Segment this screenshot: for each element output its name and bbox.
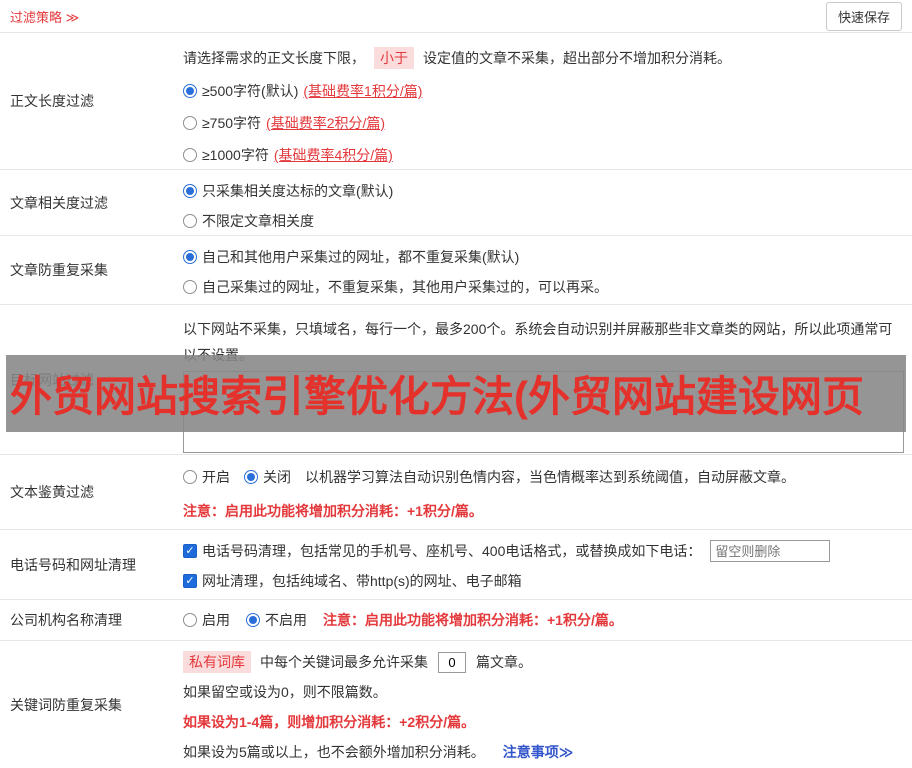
keyword-limit-text-end: 篇文章。 [476, 654, 532, 670]
porn-filter-cost-note: 注意：启用此功能将增加积分消耗：+1积分/篇。 [183, 503, 483, 519]
row-company-clean: 公司机构名称清理 启用 不启用 注意：启用此功能将增加积分消耗：+1积分/篇。 [0, 600, 912, 641]
porn-filter-description: 以机器学习算法自动识别色情内容，当色情概率达到系统阈值，自动屏蔽文章。 [305, 469, 795, 485]
keyword-limit-text: 中每个关键词最多允许采集 [260, 654, 428, 670]
phone-clean-label: 电话号码清理，包括常见的手机号、座机号、400电话格式，或替换成如下电话： [202, 543, 702, 559]
radio-icon[interactable] [183, 84, 197, 98]
filter-strategy-page: 过滤策略 ≫ 快速保存 正文长度过滤 请选择需求的正文长度下限， 小于 设定值的… [0, 0, 912, 768]
relevance-option-strict[interactable]: 只采集相关度达标的文章(默认) [183, 181, 904, 201]
row-label: 电话号码和网址清理 [10, 556, 136, 573]
radio-icon[interactable] [183, 116, 197, 130]
notes-link[interactable]: 注意事项≫ [503, 742, 574, 762]
company-off-label: 不启用 [265, 612, 307, 628]
relevance-option-any[interactable]: 不限定文章相关度 [183, 211, 904, 231]
option-fee-note: (基础费率1积分/篇) [303, 83, 423, 99]
row-porn-filter: 文本鉴黄过滤 开启 关闭 以机器学习算法自动识别色情内容，当色情概率达到系统阈值… [0, 455, 912, 530]
dedup-option-self-only[interactable]: 自己采集过的网址，不重复采集，其他用户采集过的，可以再采。 [183, 277, 904, 297]
intro-highlight: 小于 [374, 47, 414, 69]
page-header: 过滤策略 ≫ 快速保存 [0, 0, 912, 33]
option-label: 自己和其他用户采集过的网址，都不重复采集(默认) [202, 249, 520, 265]
radio-icon[interactable] [183, 250, 197, 264]
radio-company-clean-on[interactable] [183, 613, 197, 627]
url-clean-label: 网址清理，包括纯域名、带http(s)的网址、电子邮箱 [202, 573, 522, 589]
option-label: ≥500字符(默认) [202, 83, 299, 99]
row-label: 文章相关度过滤 [10, 194, 108, 211]
company-on-label: 启用 [202, 612, 230, 628]
radio-icon[interactable] [183, 214, 197, 228]
option-label: 只采集相关度达标的文章(默认) [202, 183, 394, 199]
keyword-rule-5plus: 如果设为5篇或以上，也不会额外增加积分消耗。 [183, 744, 485, 760]
option-fee-note: (基础费率4积分/篇) [273, 147, 393, 163]
option-label: ≥1000字符 [202, 147, 269, 163]
porn-off-label: 关闭 [263, 469, 291, 485]
intro-text-pre: 请选择需求的正文长度下限， [183, 50, 365, 66]
row-label: 关键词防重复采集 [10, 696, 122, 713]
radio-icon[interactable] [183, 148, 197, 162]
radio-company-clean-off[interactable] [246, 613, 260, 627]
checkbox-url-clean[interactable] [183, 574, 197, 588]
row-label: 公司机构名称清理 [10, 612, 122, 628]
row-label: 正文长度过滤 [10, 93, 94, 109]
quick-save-button[interactable]: 快速保存 [825, 1, 902, 31]
row-label: 文本鉴黄过滤 [10, 484, 94, 500]
company-clean-cost-note: 注意：启用此功能将增加积分消耗：+1积分/篇。 [323, 612, 623, 628]
keyword-rule-zero: 如果留空或设为0，则不限篇数。 [183, 684, 387, 700]
radio-icon[interactable] [183, 184, 197, 198]
keyword-count-input[interactable] [438, 651, 466, 673]
row-body-length-filter: 正文长度过滤 请选择需求的正文长度下限， 小于 设定值的文章不采集，超出部分不增… [0, 33, 912, 170]
option-label: 自己采集过的网址，不重复采集，其他用户采集过的，可以再采。 [202, 279, 608, 295]
row-url-dedup: 文章防重复采集 自己和其他用户采集过的网址，都不重复采集(默认) 自己采集过的网… [0, 236, 912, 305]
row-label: 文章防重复采集 [10, 262, 108, 278]
radio-icon[interactable] [183, 280, 197, 294]
row-relevance-filter: 文章相关度过滤 只采集相关度达标的文章(默认) 不限定文章相关度 [0, 170, 912, 236]
option-fee-note: (基础费率2积分/篇) [266, 115, 386, 131]
row-keyword-dedup: 关键词防重复采集 私有词库 中每个关键词最多允许采集 篇文章。 如果留空或设为0… [0, 641, 912, 768]
length-option-750[interactable]: ≥750字符 (基础费率2积分/篇) [183, 113, 904, 133]
option-label: ≥750字符 [202, 115, 262, 131]
option-label: 不限定文章相关度 [202, 213, 314, 229]
watermark-overlay: 外贸网站搜索引擎优化方法(外贸网站建设网页 [6, 355, 906, 432]
intro-text-post: 设定值的文章不采集，超出部分不增加积分消耗。 [423, 50, 731, 66]
radio-porn-off[interactable] [244, 470, 258, 484]
page-title: 过滤策略 ≫ [10, 9, 80, 25]
private-thesaurus-badge: 私有词库 [183, 651, 251, 673]
porn-on-label: 开启 [202, 469, 230, 485]
replacement-phone-input[interactable] [710, 540, 831, 562]
body-length-intro: 请选择需求的正文长度下限， 小于 设定值的文章不采集，超出部分不增加积分消耗。 [183, 47, 904, 69]
keyword-rule-1-4: 如果设为1-4篇，则增加积分消耗：+2积分/篇。 [183, 714, 476, 730]
length-option-500[interactable]: ≥500字符(默认) (基础费率1积分/篇) [183, 81, 904, 101]
dedup-option-global[interactable]: 自己和其他用户采集过的网址，都不重复采集(默认) [183, 247, 904, 267]
length-option-1000[interactable]: ≥1000字符 (基础费率4积分/篇) [183, 145, 904, 165]
watermark-text: 外贸网站搜索引擎优化方法(外贸网站建设网页 [10, 373, 864, 420]
checkbox-phone-clean[interactable] [183, 544, 197, 558]
row-phone-url-clean: 电话号码和网址清理 电话号码清理，包括常见的手机号、座机号、400电话格式，或替… [0, 530, 912, 600]
radio-porn-on[interactable] [183, 470, 197, 484]
